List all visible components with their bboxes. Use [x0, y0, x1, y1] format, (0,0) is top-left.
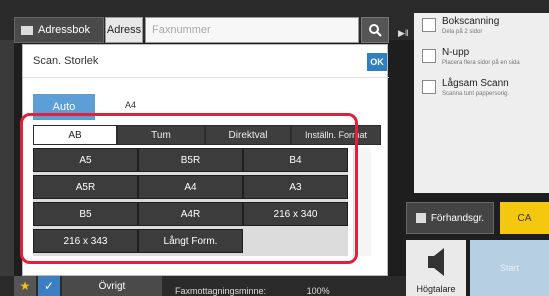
- fax-number-input[interactable]: Faxnummer: [145, 17, 359, 43]
- ca-button[interactable]: CA: [500, 202, 549, 234]
- address-button[interactable]: Adress: [105, 17, 143, 43]
- fax-memory-status: Faxmottagningsminne: 100%: [175, 286, 330, 296]
- search-button[interactable]: [361, 17, 389, 43]
- option-n-upp[interactable]: N-upp Placera flera sidor på en sida: [422, 47, 549, 73]
- option-title: Lågsam Scann: [442, 78, 509, 89]
- speaker-label: Högtalare: [416, 284, 456, 294]
- option-lagsam-scann[interactable]: Lågsam Scann Scanna tunt pappersorig.: [422, 78, 549, 104]
- book-icon: [21, 25, 33, 35]
- addressbook-label: Adressbok: [38, 24, 90, 36]
- divider: [23, 77, 389, 78]
- option-subtitle: Dela på 2 sidor: [442, 29, 483, 35]
- expand-arrow-icon[interactable]: ▶‖: [398, 28, 414, 44]
- checkbox[interactable]: [422, 18, 436, 32]
- preview-label: Förhandsgr.: [430, 212, 485, 224]
- other-button[interactable]: Övrigt: [62, 276, 162, 296]
- option-subtitle: Scanna tunt pappersorig.: [442, 91, 510, 97]
- ok-button[interactable]: OK: [367, 53, 387, 71]
- auto-value: A4: [125, 100, 137, 110]
- option-bokscanning[interactable]: Bokscanning Dela på 2 sidor: [422, 16, 549, 42]
- option-title: N-upp: [442, 47, 470, 58]
- options-panel: Bokscanning Dela på 2 sidor N-upp Placer…: [414, 13, 549, 193]
- fax-memory-label: Faxmottagningsminne:: [175, 286, 267, 296]
- preview-icon: [415, 213, 426, 223]
- highlight-frame: [20, 113, 358, 264]
- check-icon[interactable]: ✓: [38, 276, 60, 296]
- addressbook-button[interactable]: Adressbok: [14, 17, 104, 43]
- checkbox[interactable]: [422, 80, 436, 94]
- search-icon: [369, 24, 382, 37]
- checkbox[interactable]: [422, 49, 436, 63]
- star-icon[interactable]: ★: [14, 276, 36, 296]
- speaker-button[interactable]: Högtalare: [406, 240, 466, 296]
- option-subtitle: Placera flera sidor på en sida: [442, 60, 520, 66]
- preview-button[interactable]: Förhandsgr.: [406, 202, 494, 234]
- dialog-title: Scan. Storlek: [33, 55, 99, 67]
- option-title: Bokscanning: [442, 16, 500, 27]
- speaker-icon: [428, 248, 444, 276]
- left-edge-panel: [0, 40, 14, 296]
- start-button[interactable]: Start: [470, 240, 549, 296]
- fax-memory-value: 100%: [306, 286, 330, 296]
